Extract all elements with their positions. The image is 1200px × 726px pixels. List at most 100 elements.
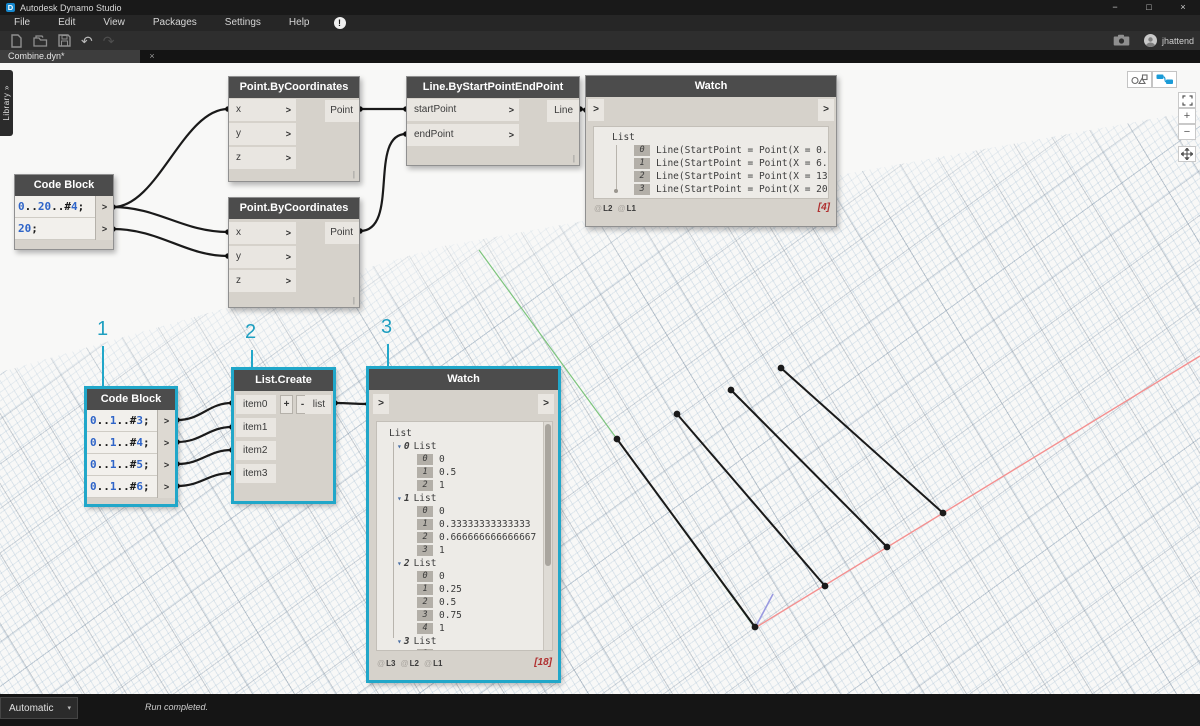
resize-handle[interactable]: |: [353, 296, 355, 305]
scrollbar[interactable]: [543, 422, 552, 650]
menu-edit[interactable]: Edit: [44, 15, 89, 31]
input-row-item2[interactable]: item2: [236, 441, 276, 460]
notifications-icon[interactable]: !: [334, 17, 346, 29]
run-mode-dropdown[interactable]: Automatic ▾: [0, 697, 78, 719]
input-row-x[interactable]: x >: [229, 99, 296, 121]
input-port[interactable]: >: [373, 394, 389, 414]
node-code-block-top[interactable]: Code Block 0..20..#4; > 20; >: [14, 174, 114, 250]
code-line[interactable]: 0..20..#4;: [18, 196, 95, 218]
menu-packages[interactable]: Packages: [139, 15, 211, 31]
level-badge[interactable]: L2: [410, 659, 419, 668]
level-badge[interactable]: L1: [627, 204, 636, 213]
expander-icon[interactable]: ▾: [397, 494, 402, 503]
node-header[interactable]: Code Block: [87, 389, 175, 410]
node-header[interactable]: Point.ByCoordinates: [229, 77, 359, 98]
user-avatar[interactable]: [1144, 34, 1157, 47]
code-line-row[interactable]: 20; >: [15, 218, 113, 240]
input-port[interactable]: >: [286, 246, 291, 268]
code-line-row[interactable]: 0..1..#4; >: [87, 432, 175, 454]
input-row-item3[interactable]: item3: [236, 464, 276, 483]
tab-close-icon[interactable]: ×: [146, 50, 158, 63]
input-row-y[interactable]: y >: [229, 246, 296, 268]
zoom-in-button[interactable]: +: [1178, 108, 1196, 124]
input-port[interactable]: >: [286, 123, 291, 145]
level-badge[interactable]: L2: [603, 204, 612, 213]
geometry-view-button[interactable]: [1127, 71, 1152, 88]
input-port[interactable]: >: [286, 99, 291, 121]
input-port[interactable]: >: [509, 124, 514, 146]
node-code-block-2[interactable]: Code Block 0..1..#3; > 0..1..#4; > 0..1.…: [85, 387, 177, 506]
input-row-z[interactable]: z >: [229, 270, 296, 292]
redo-icon[interactable]: ↷: [103, 36, 115, 46]
output-port[interactable]: >: [157, 410, 175, 432]
node-header[interactable]: Code Block: [15, 175, 113, 196]
code-line-row[interactable]: 0..1..#5; >: [87, 454, 175, 476]
output-port[interactable]: >: [818, 99, 834, 121]
input-port[interactable]: >: [286, 270, 291, 292]
output-port[interactable]: >: [538, 394, 554, 414]
undo-icon[interactable]: ↶: [81, 36, 93, 46]
output-port-point[interactable]: Point: [325, 100, 359, 122]
node-header[interactable]: Point.ByCoordinates: [229, 198, 359, 219]
output-port[interactable]: >: [157, 432, 175, 454]
node-point-by-coordinates-1[interactable]: Point.ByCoordinates x > y > z > Point |: [228, 76, 360, 182]
output-port[interactable]: >: [95, 196, 113, 218]
maximize-button[interactable]: □: [1132, 0, 1166, 15]
node-header[interactable]: Watch: [369, 369, 558, 390]
minimize-button[interactable]: −: [1098, 0, 1132, 15]
menu-help[interactable]: Help: [275, 15, 324, 31]
input-port[interactable]: >: [588, 99, 604, 121]
save-icon[interactable]: [58, 34, 71, 47]
new-file-icon[interactable]: [10, 34, 23, 48]
code-line[interactable]: 20;: [18, 218, 95, 240]
resize-handle[interactable]: |: [573, 154, 575, 163]
input-row-y[interactable]: y >: [229, 123, 296, 145]
input-row-item1[interactable]: item1: [236, 418, 276, 437]
fit-view-button[interactable]: [1178, 92, 1196, 108]
input-row-startpoint[interactable]: startPoint >: [407, 99, 519, 121]
expander-icon[interactable]: ▾: [397, 442, 402, 451]
code-line[interactable]: 0..1..#6;: [90, 476, 157, 498]
scrollbar-thumb[interactable]: [545, 424, 551, 566]
menu-settings[interactable]: Settings: [211, 15, 275, 31]
node-header[interactable]: List.Create: [234, 370, 333, 391]
code-line[interactable]: 0..1..#5;: [90, 454, 157, 476]
input-port[interactable]: >: [509, 99, 514, 121]
title-bar[interactable]: D Autodesk Dynamo Studio − □ ×: [0, 0, 1200, 15]
library-panel-toggle[interactable]: Library »: [0, 70, 13, 136]
graph-view-button[interactable]: [1152, 71, 1177, 88]
node-list-create[interactable]: List.Create item0 + - list item1 item2 i…: [232, 368, 335, 503]
zoom-out-button[interactable]: −: [1178, 124, 1196, 140]
menu-file[interactable]: File: [0, 15, 44, 31]
code-line[interactable]: 0..1..#4;: [90, 432, 157, 454]
expander-icon[interactable]: ▾: [397, 559, 402, 568]
level-badge[interactable]: L3: [386, 659, 395, 668]
open-file-icon[interactable]: [33, 34, 48, 47]
camera-export-icon[interactable]: [1113, 34, 1130, 48]
node-point-by-coordinates-2[interactable]: Point.ByCoordinates x > y > z > Point |: [228, 197, 360, 308]
add-input-button[interactable]: +: [280, 395, 293, 414]
code-line-row[interactable]: 0..1..#3; >: [87, 410, 175, 432]
node-watch-3[interactable]: Watch > > List ▾0List 00 10.5 21 ▾1List …: [367, 367, 560, 682]
expander-icon[interactable]: ▾: [397, 637, 402, 646]
input-row-endpoint[interactable]: endPoint >: [407, 124, 519, 146]
input-row-z[interactable]: z >: [229, 147, 296, 169]
list-level-badges[interactable]: @L3 @L2 @L1: [377, 659, 447, 668]
node-watch-top[interactable]: Watch > > List 0Line(StartPoint = Point(…: [585, 75, 837, 227]
tab-combine-dyn[interactable]: Combine.dyn*: [0, 50, 140, 63]
list-level-badges[interactable]: @L2 @L1: [594, 204, 641, 213]
output-port-list[interactable]: list: [305, 395, 331, 414]
node-header[interactable]: Line.ByStartPointEndPoint: [407, 77, 579, 98]
code-line-row[interactable]: 0..1..#6; >: [87, 476, 175, 498]
level-badge[interactable]: L1: [433, 659, 442, 668]
output-port-line[interactable]: Line: [547, 100, 579, 122]
output-port[interactable]: >: [157, 476, 175, 498]
input-row-x[interactable]: x >: [229, 222, 296, 244]
output-port[interactable]: >: [157, 454, 175, 476]
node-header[interactable]: Watch: [586, 76, 836, 97]
close-button[interactable]: ×: [1166, 0, 1200, 15]
input-port[interactable]: >: [286, 147, 291, 169]
code-line[interactable]: 0..1..#3;: [90, 410, 157, 432]
input-row-item0[interactable]: item0: [236, 395, 276, 414]
code-line-row[interactable]: 0..20..#4; >: [15, 196, 113, 218]
